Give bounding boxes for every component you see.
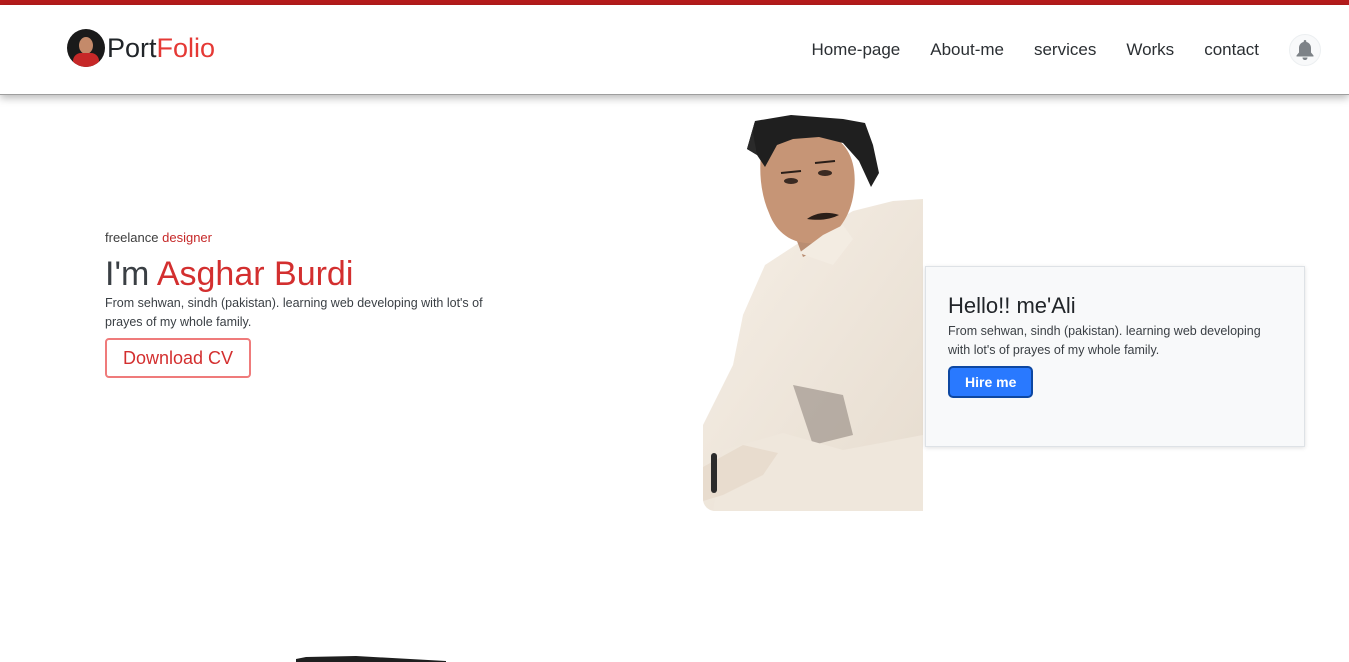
brand-name: PortFolio <box>107 29 215 67</box>
hero-description: From sehwan, sindh (pakistan). learning … <box>105 296 483 329</box>
hero-title-prefix: I'm <box>105 255 150 293</box>
profile-photo <box>703 115 923 511</box>
card-title: Hello!! me'Ali <box>948 293 1076 318</box>
brand-logo-link[interactable]: PortFolio <box>67 29 215 67</box>
nav-menu: Home-page About-me services Works contac… <box>781 35 1259 65</box>
hero-tagline-prefix: freelance <box>105 230 159 245</box>
download-cv-button[interactable]: Download CV <box>105 338 252 378</box>
brand-name-port: Port <box>107 33 157 63</box>
hero-tagline-accent: designer <box>162 230 212 245</box>
nav-link-home-page[interactable]: Home-page <box>811 40 900 59</box>
next-section-photo <box>296 652 446 662</box>
nav-link-services[interactable]: services <box>1034 40 1096 59</box>
hero-title: I'm Asghar Burdi <box>105 254 505 294</box>
bell-icon <box>1296 40 1314 60</box>
nav-link-works[interactable]: Works <box>1126 40 1174 59</box>
nav-link-about-me[interactable]: About-me <box>930 40 1004 59</box>
notification-button[interactable] <box>1289 34 1321 66</box>
nav-link-contact[interactable]: contact <box>1204 40 1259 59</box>
hello-card: Hello!! me'Ali From sehwan, sindh (pakis… <box>925 266 1305 447</box>
brand-name-folio: Folio <box>156 33 216 63</box>
hero-intro: freelance designer I'm Asghar Burdi From… <box>105 229 505 378</box>
hire-me-button[interactable]: Hire me <box>948 366 1034 398</box>
navbar: PortFolio Home-page About-me services Wo… <box>0 5 1349 95</box>
card-text: From sehwan, sindh (pakistan). learning … <box>948 324 1261 357</box>
hero-tagline: freelance designer <box>105 229 505 246</box>
brand-avatar <box>67 29 105 67</box>
hero-title-name: Asghar Burdi <box>156 255 354 293</box>
